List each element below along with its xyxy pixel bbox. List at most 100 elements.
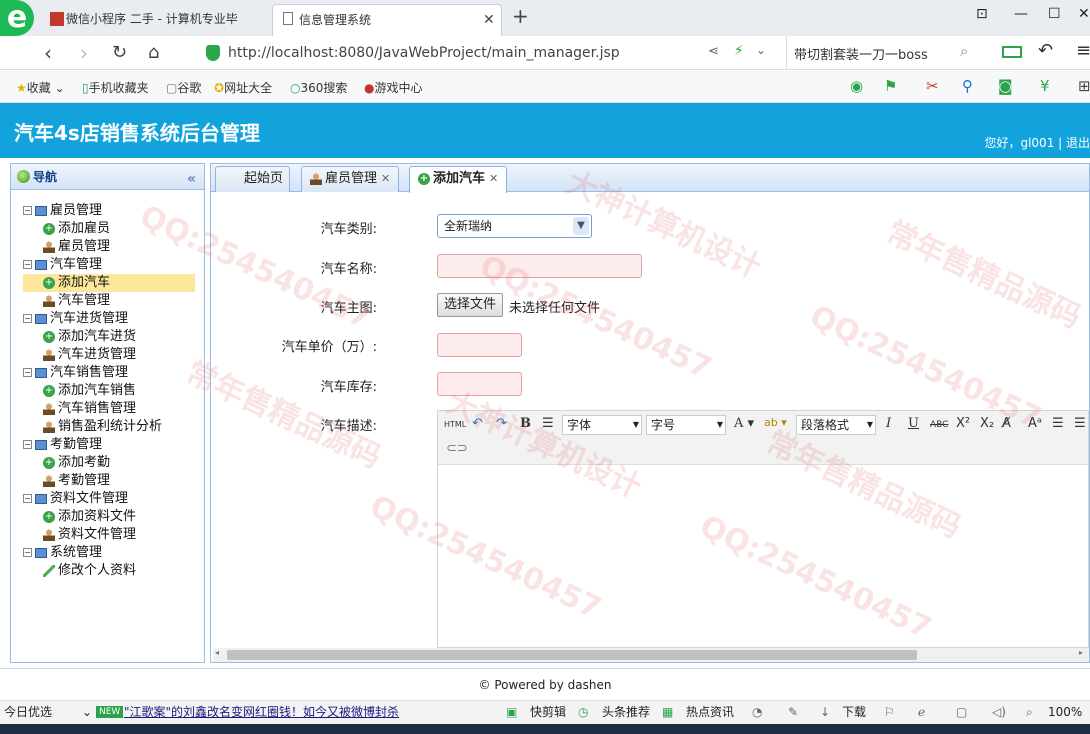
scroll-left-icon[interactable]: ◂ <box>215 648 219 657</box>
gamepad-icon[interactable]: ◙ <box>998 77 1013 95</box>
share-icon[interactable]: ⋖ <box>708 44 719 59</box>
battery-icon[interactable] <box>1002 46 1022 58</box>
tab-home[interactable]: 起始页 <box>215 166 291 192</box>
horizontal-scrollbar[interactable]: ◂ ▸ <box>213 648 1089 662</box>
minus-box-icon[interactable]: − <box>23 494 32 503</box>
tree-item[interactable]: 汽车销售管理 <box>23 400 195 418</box>
underline-icon[interactable]: U <box>908 416 919 431</box>
back-icon[interactable]: ‹ <box>44 41 52 65</box>
tree-item[interactable]: 修改个人资料 <box>23 562 195 580</box>
browser-tab-1[interactable]: 微信小程序 二手 - 计算机专业毕 <box>40 4 268 36</box>
category-select[interactable]: 全新瑞纳 ▼ <box>437 214 592 238</box>
tree-item[interactable]: 汽车管理 <box>23 292 195 310</box>
extension-icon[interactable]: ◉ <box>850 77 863 95</box>
close-icon[interactable]: ✕ <box>489 172 498 185</box>
format-painter-icon[interactable]: Aᵃ <box>1028 416 1042 431</box>
minus-box-icon[interactable]: − <box>23 314 32 323</box>
status-quick-edit[interactable]: 快剪辑 <box>530 701 566 723</box>
subscript-icon[interactable]: X₂ <box>980 416 994 431</box>
chevron-down-icon[interactable]: ⌄ <box>82 701 92 723</box>
strikethrough-icon[interactable]: ABC <box>930 420 948 430</box>
pin-icon[interactable]: ✎ <box>788 701 798 723</box>
history-icon[interactable]: ◔ <box>752 701 762 723</box>
tree-item[interactable]: + 添加雇员 <box>23 220 195 238</box>
minimize-icon[interactable]: — <box>1014 6 1028 22</box>
price-input[interactable] <box>437 333 522 357</box>
minus-box-icon[interactable]: − <box>23 206 32 215</box>
home-icon[interactable]: ⌂ <box>148 42 159 63</box>
tab-employee-management[interactable]: 雇员管理 ✕ <box>301 166 400 192</box>
choose-file-button[interactable]: 选择文件 <box>437 293 504 317</box>
html-source-button[interactable]: HTML <box>444 420 466 429</box>
tree-item[interactable]: 考勤管理 <box>23 472 195 490</box>
bookmark-360search[interactable]: ○360搜索 <box>290 79 347 96</box>
zoom-level[interactable]: 100% <box>1048 701 1082 723</box>
bold-icon[interactable]: B <box>520 416 531 431</box>
bookmark-mobile[interactable]: ▯手机收藏夹 <box>82 79 149 96</box>
undo-icon[interactable]: ↶ <box>1038 40 1053 61</box>
volume-icon[interactable]: ◁) <box>992 701 1006 723</box>
redo-icon[interactable]: ↷ <box>496 416 507 431</box>
maximize-icon[interactable]: ☐ <box>1048 6 1061 22</box>
paragraph-select[interactable]: 段落格式 ▼ <box>796 415 876 435</box>
ie-icon[interactable]: ℯ <box>918 701 925 723</box>
undo-icon[interactable]: ↶ <box>472 416 483 431</box>
refresh-icon[interactable]: ↻ <box>112 42 127 63</box>
close-icon[interactable]: ✕ <box>381 172 390 185</box>
tree-item[interactable]: + 添加汽车进货 <box>23 328 195 346</box>
link-icon[interactable]: ⊂⊃ <box>446 441 468 456</box>
car-name-input[interactable] <box>437 254 642 278</box>
forward-icon[interactable]: › <box>80 41 88 65</box>
user-greeting[interactable]: 您好，gl001 | 退出 <box>984 134 1090 151</box>
scissors-icon[interactable]: ✂ <box>926 77 939 95</box>
tree-group[interactable]: − 汽车进货管理 <box>23 310 195 328</box>
superscript-icon[interactable]: X² <box>956 416 970 431</box>
minus-box-icon[interactable]: − <box>23 260 32 269</box>
close-window-icon[interactable]: ✕ <box>1078 6 1090 22</box>
minus-box-icon[interactable]: − <box>23 548 32 557</box>
tree-group[interactable]: − 汽车销售管理 <box>23 364 195 382</box>
translate-icon[interactable]: ⚑ <box>884 77 897 95</box>
money-icon[interactable]: ¥ <box>1040 77 1050 95</box>
today-picks[interactable]: 今日优选 <box>4 701 52 723</box>
tree-item[interactable]: 雇员管理 <box>23 238 195 256</box>
new-tab-icon[interactable]: + <box>512 4 529 28</box>
font-size-select[interactable]: 字号 ▼ <box>646 415 726 435</box>
minus-box-icon[interactable]: − <box>23 368 32 377</box>
bookmark-directory[interactable]: ✪网址大全 <box>214 79 272 96</box>
flag-icon[interactable]: ⚐ <box>884 701 895 723</box>
align-left-icon[interactable]: ☰ <box>1052 416 1064 431</box>
minus-box-icon[interactable]: − <box>23 440 32 449</box>
font-color-icon[interactable]: A ▾ <box>734 416 754 431</box>
shirt-icon[interactable]: ⊡ <box>976 6 988 22</box>
url-field[interactable]: http://localhost:8080/JavaWebProject/mai… <box>204 40 774 66</box>
tree-item[interactable]: + 添加资料文件 <box>23 508 195 526</box>
chevron-down-icon[interactable]: ⌄ <box>756 43 766 57</box>
magnifier-icon[interactable]: ⚲ <box>962 77 973 95</box>
menu-icon[interactable]: ≡ <box>1076 40 1090 61</box>
highlight-icon[interactable]: ab ▾ <box>764 416 787 429</box>
browser-tab-2[interactable]: 信息管理系统 ✕ <box>272 4 502 36</box>
tree-item[interactable]: 销售盈利统计分析 <box>23 418 195 436</box>
tree-group[interactable]: − 系统管理 <box>23 544 195 562</box>
tree-group[interactable]: − 雇员管理 <box>23 202 195 220</box>
scrollbar-thumb[interactable] <box>227 650 917 660</box>
bookmark-favorites[interactable]: ★收藏 ⌄ <box>16 79 65 96</box>
status-hot-news[interactable]: 热点资讯 <box>686 701 734 723</box>
tree-item[interactable]: 汽车进货管理 <box>23 346 195 364</box>
align-justify-icon[interactable]: ☰ <box>1074 416 1086 431</box>
bookmark-google[interactable]: ▢谷歌 <box>166 79 201 96</box>
search-icon[interactable]: ⌕ <box>960 42 968 60</box>
lightning-icon[interactable]: ⚡ <box>734 43 744 59</box>
tree-item[interactable]: + 添加汽车销售 <box>23 382 195 400</box>
close-tab-icon[interactable]: ✕ <box>483 5 495 35</box>
tree-item[interactable]: + 添加考勤 <box>23 454 195 472</box>
window-icon[interactable]: ▢ <box>956 701 967 723</box>
indent-icon[interactable]: ☰ <box>542 416 554 431</box>
tree-item[interactable]: 资料文件管理 <box>23 526 195 544</box>
tree-group[interactable]: − 考勤管理 <box>23 436 195 454</box>
grid-icon[interactable]: ⊞ <box>1078 77 1090 95</box>
status-headlines[interactable]: 头条推荐 <box>602 701 650 723</box>
tab-add-car[interactable]: + 添加汽车 ✕ <box>409 166 508 193</box>
scroll-right-icon[interactable]: ▸ <box>1079 648 1083 657</box>
